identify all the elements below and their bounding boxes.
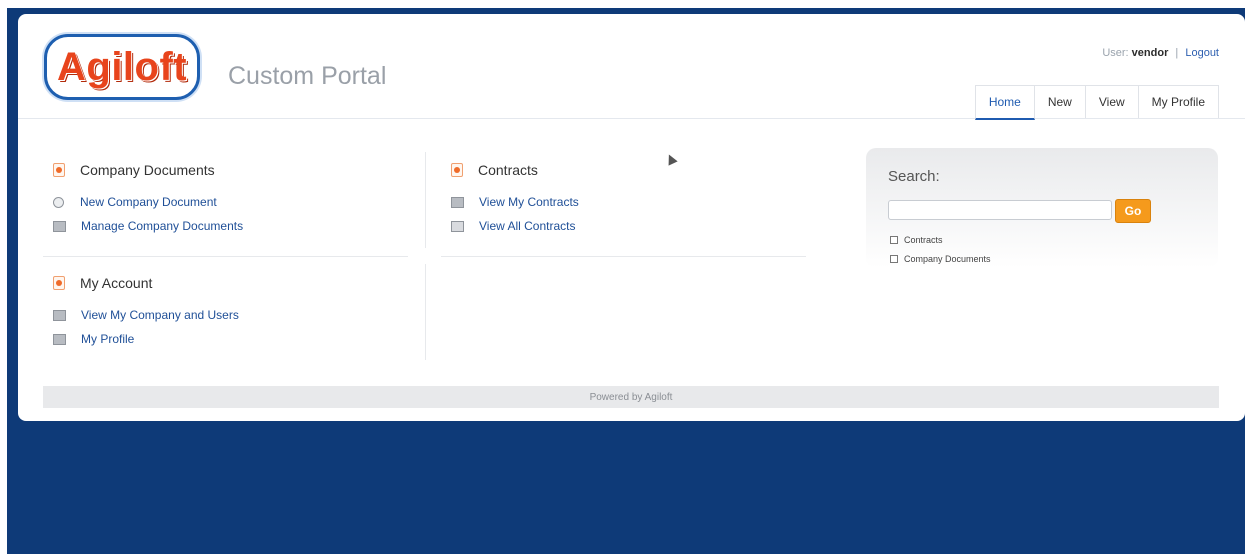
- manage-company-documents-link[interactable]: Manage Company Documents: [81, 219, 243, 233]
- list-icon: [53, 333, 66, 345]
- tab-my-profile[interactable]: My Profile: [1137, 85, 1219, 118]
- search-label: Search:: [888, 168, 940, 185]
- column-divider: [425, 152, 426, 248]
- contracts-section: Contracts View My Contracts View All Con…: [451, 162, 811, 233]
- search-option-contracts: Contracts: [890, 235, 943, 245]
- folder-icon: [451, 220, 464, 232]
- main-tabs: Home New View My Profile: [974, 85, 1219, 120]
- new-document-icon: [53, 196, 64, 208]
- search-go-button[interactable]: Go: [1115, 199, 1151, 223]
- agiloft-logo[interactable]: Agiloft: [44, 34, 201, 100]
- manage-company-documents-row: Manage Company Documents: [53, 219, 413, 233]
- section-document-icon: [451, 163, 463, 177]
- screen-frame-top: [0, 0, 1249, 8]
- user-name: vendor: [1131, 47, 1169, 59]
- view-my-contracts-link[interactable]: View My Contracts: [479, 195, 579, 209]
- footer-text: Powered by Agiloft: [589, 391, 673, 403]
- list-icon: [53, 220, 66, 232]
- tab-view[interactable]: View: [1084, 85, 1139, 118]
- portal-panel: Agiloft Custom Portal User: vendor | Log…: [18, 14, 1245, 421]
- user-bar-separator: |: [1175, 47, 1179, 59]
- logout-link[interactable]: Logout: [1185, 47, 1219, 59]
- search-input[interactable]: [888, 200, 1112, 220]
- contracts-checkbox[interactable]: [890, 236, 898, 244]
- user-label: User:: [1102, 47, 1129, 59]
- my-account-title: My Account: [53, 275, 413, 291]
- new-company-document-link[interactable]: New Company Document: [80, 195, 217, 209]
- view-my-company-and-users-link[interactable]: View My Company and Users: [81, 308, 239, 322]
- contracts-title: Contracts: [451, 162, 811, 178]
- search-panel: Search: Go Contracts Company Documents: [866, 148, 1218, 268]
- view-all-contracts-link[interactable]: View All Contracts: [479, 219, 576, 233]
- my-account-section: My Account View My Company and Users My …: [53, 275, 413, 346]
- tab-new[interactable]: New: [1033, 85, 1086, 118]
- view-company-users-row: View My Company and Users: [53, 308, 413, 322]
- section-divider: [43, 256, 408, 257]
- portal-header: Agiloft Custom Portal User: vendor | Log…: [18, 14, 1245, 120]
- company-documents-checkbox[interactable]: [890, 255, 898, 263]
- company-documents-section: Company Documents New Company Document M…: [53, 162, 413, 233]
- screen-frame-left: [0, 0, 7, 554]
- section-divider: [441, 256, 806, 257]
- contracts-heading: Contracts: [478, 162, 538, 178]
- company-documents-title: Company Documents: [53, 162, 413, 178]
- screen-frame-right: [1245, 0, 1249, 554]
- section-document-icon: [53, 163, 65, 177]
- view-all-contracts-row: View All Contracts: [451, 219, 811, 233]
- view-my-contracts-row: View My Contracts: [451, 195, 811, 209]
- column-divider: [425, 264, 426, 360]
- contracts-checkbox-label: Contracts: [904, 235, 943, 245]
- logo-text: Agiloft: [57, 44, 188, 89]
- user-bar: User: vendor | Logout: [1102, 47, 1219, 59]
- company-documents-heading: Company Documents: [80, 162, 215, 178]
- list-icon: [53, 309, 66, 321]
- my-profile-link[interactable]: My Profile: [81, 332, 134, 346]
- company-documents-checkbox-label: Company Documents: [904, 254, 991, 264]
- new-company-document-row: New Company Document: [53, 195, 413, 209]
- portal-title: Custom Portal: [228, 62, 387, 90]
- section-document-icon: [53, 276, 65, 290]
- my-profile-row: My Profile: [53, 332, 413, 346]
- list-icon: [451, 196, 464, 208]
- search-option-company-documents: Company Documents: [890, 254, 991, 264]
- page-footer: Powered by Agiloft: [43, 386, 1219, 408]
- my-account-heading: My Account: [80, 275, 153, 291]
- tab-home[interactable]: Home: [974, 85, 1035, 120]
